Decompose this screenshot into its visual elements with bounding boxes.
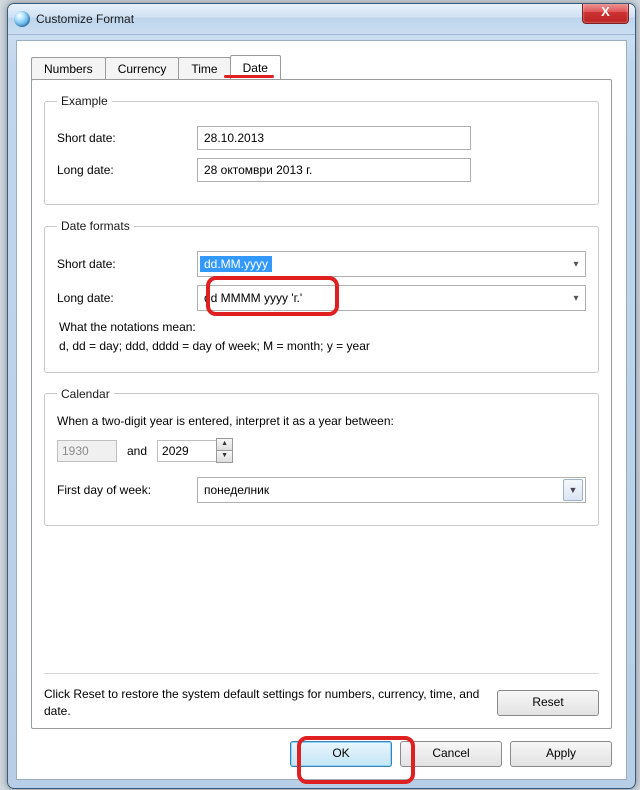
date-formats-group: Date formats Short date: dd.MM.yyyy ▾ Lo… (44, 219, 599, 373)
short-date-example-value: 28.10.2013 (197, 126, 471, 150)
reset-button[interactable]: Reset (497, 690, 599, 716)
short-date-format-label: Short date: (57, 257, 197, 271)
close-button[interactable]: X (582, 3, 629, 24)
chevron-down-icon: ▾ (567, 293, 585, 304)
year-from-field (57, 440, 117, 462)
globe-icon (14, 11, 30, 27)
chevron-down-icon: ▾ (567, 259, 585, 270)
two-digit-year-label: When a two-digit year is entered, interp… (57, 413, 586, 430)
first-day-value: понеделник (198, 483, 563, 497)
spin-down-icon[interactable]: ▼ (216, 450, 233, 463)
notation-body: d, dd = day; ddd, dddd = day of week; M … (59, 338, 584, 355)
calendar-group: Calendar When a two-digit year is entere… (44, 387, 599, 526)
dialog-buttons: OK Cancel Apply (290, 741, 612, 767)
tab-numbers[interactable]: Numbers (31, 57, 106, 80)
short-date-format-combo[interactable]: dd.MM.yyyy ▾ (197, 251, 586, 277)
reset-row: Click Reset to restore the system defaul… (44, 673, 599, 720)
long-date-format-label: Long date: (57, 291, 197, 305)
cancel-button[interactable]: Cancel (400, 741, 502, 767)
ok-button[interactable]: OK (290, 741, 392, 767)
customize-format-window: Customize Format X Numbers Currency Time… (7, 3, 636, 789)
long-date-example-value: 28 октомври 2013 г. (197, 158, 471, 182)
and-label: and (117, 444, 157, 458)
notation-header: What the notations mean: (59, 319, 584, 336)
first-day-label: First day of week: (57, 483, 197, 497)
date-formats-legend: Date formats (57, 219, 134, 233)
year-to-input[interactable] (157, 440, 217, 462)
year-to-spinner[interactable]: ▲ ▼ (157, 438, 233, 463)
apply-button[interactable]: Apply (510, 741, 612, 767)
long-date-format-value: dd MMMM yyyy 'г.' (198, 291, 567, 305)
spin-up-icon[interactable]: ▲ (216, 438, 233, 450)
window-title: Customize Format (36, 12, 134, 26)
calendar-legend: Calendar (57, 387, 114, 401)
chevron-down-icon: ▼ (563, 479, 583, 501)
tab-date[interactable]: Date (230, 55, 281, 79)
tab-strip: Numbers Currency Time Date (31, 55, 612, 79)
titlebar[interactable]: Customize Format X (8, 4, 635, 35)
first-day-combo[interactable]: понеделник ▼ (197, 477, 586, 503)
short-date-format-value: dd.MM.yyyy (200, 256, 272, 272)
tab-time[interactable]: Time (178, 57, 230, 80)
long-date-example-label: Long date: (57, 163, 197, 177)
reset-message: Click Reset to restore the system defaul… (44, 686, 497, 720)
long-date-format-combo[interactable]: dd MMMM yyyy 'г.' ▾ (197, 285, 586, 311)
tab-currency[interactable]: Currency (105, 57, 180, 80)
example-legend: Example (57, 94, 112, 108)
year-from-input (57, 440, 117, 462)
client-area: Numbers Currency Time Date Example Short… (16, 40, 627, 780)
short-date-example-label: Short date: (57, 131, 197, 145)
date-tab-panel: Example Short date: 28.10.2013 Long date… (31, 79, 612, 729)
example-group: Example Short date: 28.10.2013 Long date… (44, 94, 599, 205)
